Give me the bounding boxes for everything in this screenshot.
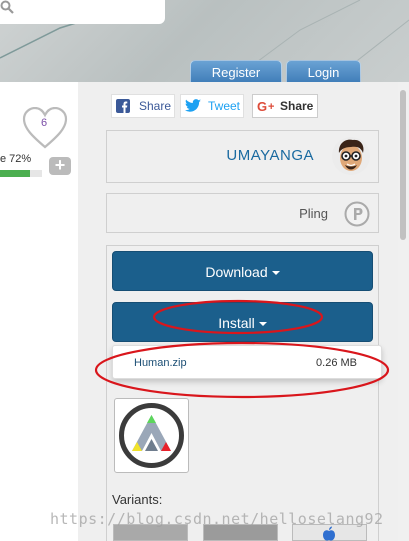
product-sidebar (0, 82, 78, 541)
variants-heading: Variants: (112, 492, 163, 507)
pling-icon[interactable] (344, 201, 370, 227)
scrollbar-thumb[interactable] (400, 90, 406, 240)
google-plus-icon: G + (257, 99, 274, 113)
product-logo[interactable] (114, 398, 189, 473)
facebook-share-button[interactable]: Share (111, 94, 175, 118)
score-label: e 72% (0, 153, 32, 165)
file-size: 0.26 MB (316, 357, 357, 369)
file-name[interactable]: Human.zip (134, 357, 187, 369)
google-share-label: Share (280, 99, 314, 113)
facebook-icon (116, 99, 130, 113)
creator-card[interactable]: UMAYANGA (106, 130, 379, 183)
install-button[interactable]: Install (112, 302, 373, 342)
svg-text:G: G (257, 99, 267, 113)
header-banner: Register Login (0, 0, 409, 82)
twitter-icon (185, 99, 201, 112)
score-bar-fill (0, 170, 31, 177)
search-icon[interactable] (0, 0, 14, 14)
search-input[interactable] (0, 0, 165, 24)
register-button[interactable]: Register (190, 60, 282, 82)
likes-count: 6 (40, 117, 48, 129)
twitter-share-button[interactable]: Tweet (180, 94, 244, 118)
download-button-label: Download (205, 264, 268, 280)
facebook-share-label: Share (139, 99, 172, 113)
score-bar (0, 170, 42, 177)
chevron-down-icon (271, 271, 280, 276)
install-button-label: Install (218, 315, 255, 331)
install-dropdown-menu: Human.zip 0.26 MB (112, 345, 382, 379)
add-rating-button[interactable]: + (49, 156, 71, 175)
svg-text:+: + (268, 101, 274, 113)
pling-label: Pling (299, 206, 328, 221)
creator-username[interactable]: UMAYANGA (226, 147, 314, 164)
arc-theme-logo-icon (119, 403, 184, 468)
login-button[interactable]: Login (286, 60, 361, 82)
watermark: https://blog.csdn.net/helloselang92 (50, 510, 384, 528)
creator-avatar[interactable] (332, 137, 370, 175)
pling-card[interactable]: Pling (106, 193, 379, 233)
download-button[interactable]: Download (112, 251, 373, 291)
chevron-down-icon (258, 322, 267, 327)
twitter-share-label: Tweet (208, 99, 241, 113)
google-plus-share-button[interactable]: G + Share (252, 94, 318, 118)
